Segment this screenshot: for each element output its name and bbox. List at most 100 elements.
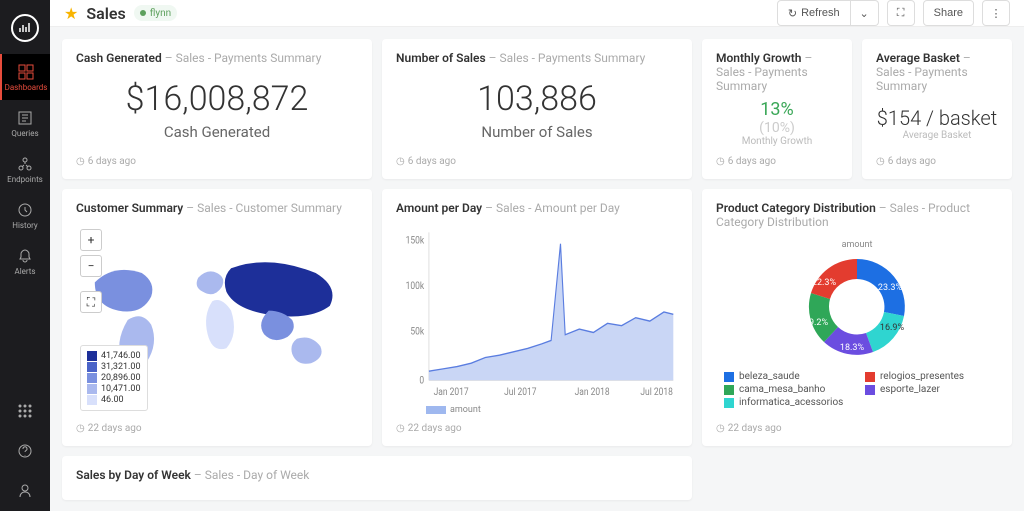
clock-icon: ◷ <box>76 156 85 167</box>
line-chart[interactable]: 150k 100k 50k 0 Jan 2017 Jul 2017 Jan 20… <box>396 221 678 403</box>
alerts-icon <box>16 247 34 265</box>
card-customer-summary: Customer Summary – Sales - Customer Summ… <box>62 189 372 446</box>
legend-swatch <box>87 395 97 405</box>
card-amount-per-day: Amount per Day – Sales - Amount per Day … <box>382 189 692 446</box>
card-subtitle: Sales - Amount per Day <box>496 201 620 215</box>
card-average-basket: Average Basket – Sales - Payments Summar… <box>862 39 1012 179</box>
chart-legend: amount <box>426 405 678 415</box>
card-footer: ◷ 6 days ago <box>876 156 998 167</box>
owner-pill[interactable]: flynn <box>134 5 177 21</box>
xtick: Jan 2017 <box>434 386 469 398</box>
nav-queries[interactable]: Queries <box>0 100 50 146</box>
legend-label: 10,471.00 <box>101 384 141 394</box>
card-num-sales: Number of Sales – Sales - Payments Summa… <box>382 39 692 179</box>
xtick: Jul 2018 <box>640 386 672 398</box>
donut-legend: beleza_saude relogios_presentes cama_mes… <box>716 371 998 408</box>
card-subtitle: Sales - Payments Summary <box>500 51 646 65</box>
card-title: Number of Sales <box>396 51 486 65</box>
owner-dot-icon <box>140 10 146 16</box>
legend-label: 41,746.00 <box>101 351 141 361</box>
user-icon <box>16 482 34 500</box>
legend-swatch <box>87 373 97 383</box>
card-subtitle: Sales - Customer Summary <box>197 201 342 215</box>
clock-icon: ◷ <box>76 423 85 434</box>
card-title: Average Basket <box>876 51 960 65</box>
updated-text: 22 days ago <box>728 423 782 434</box>
card-subtitle: Sales - Payments Summary <box>176 51 322 65</box>
nav-label: History <box>12 221 37 230</box>
card-footer: ◷ 22 days ago <box>76 423 358 434</box>
legend-label: amount <box>450 405 481 415</box>
nav-history[interactable]: History <box>0 192 50 238</box>
card-title: Amount per Day <box>396 201 482 215</box>
dashboard-grid: Cash Generated – Sales - Payments Summar… <box>50 27 1024 511</box>
nav-alerts[interactable]: Alerts <box>0 238 50 284</box>
card-title: Monthly Growth <box>716 51 802 65</box>
card-header: Product Category Distribution – Sales - … <box>716 201 998 229</box>
share-button[interactable]: Share <box>923 0 974 26</box>
slice-pct: 16.9% <box>880 323 905 333</box>
card-footer: ◷ 6 days ago <box>716 156 838 167</box>
slice-pct: 18.3% <box>840 343 865 353</box>
legend-swatch <box>724 385 734 395</box>
nav-endpoints[interactable]: Endpoints <box>0 146 50 192</box>
legend-label: beleza_saude <box>739 371 800 382</box>
nav-label: Alerts <box>14 267 35 276</box>
legend-swatch <box>865 372 875 382</box>
more-button[interactable]: ⋮ <box>982 0 1010 26</box>
legend-label: esporte_lazer <box>880 384 940 395</box>
updated-text: 22 days ago <box>408 423 462 434</box>
refresh-dropdown[interactable]: ⌄ <box>851 0 879 26</box>
legend-label: 46.00 <box>101 395 124 405</box>
cash-label: Cash Generated <box>164 123 270 141</box>
nav-apps[interactable] <box>0 391 50 431</box>
map-area[interactable]: + − ⛶ 41,746.00 31,321.00 20,896.00 10,4… <box>76 225 358 415</box>
card-category-distribution: Product Category Distribution – Sales - … <box>702 189 1012 446</box>
legend-label: relogios_presentes <box>880 371 964 382</box>
card-footer: ◷ 22 days ago <box>396 423 678 434</box>
queries-icon <box>16 109 34 127</box>
card-subtitle: Sales - Payments Summary <box>716 65 808 93</box>
more-icon: ⋮ <box>991 7 1002 20</box>
legend-swatch <box>87 362 97 372</box>
cash-value: $16,008,872 <box>126 79 309 119</box>
legend-swatch <box>426 406 446 414</box>
slice-pct: 23.3% <box>878 283 903 293</box>
star-icon[interactable]: ★ <box>64 4 78 23</box>
map-zoom-in[interactable]: + <box>80 229 102 251</box>
refresh-icon: ↻ <box>788 7 797 20</box>
legend-swatch <box>87 351 97 361</box>
card-title: Cash Generated <box>76 51 162 65</box>
card-header: Average Basket – Sales - Payments Summar… <box>876 51 998 93</box>
nav-dashboards[interactable]: Dashboards <box>0 54 50 100</box>
legend-label: 20,896.00 <box>101 373 141 383</box>
legend-label: informatica_acessorios <box>739 397 843 408</box>
slice-pct: 19.2% <box>804 318 829 328</box>
nav-user[interactable] <box>0 471 50 511</box>
owner-name: flynn <box>150 8 171 19</box>
refresh-button[interactable]: ↻ Refresh <box>777 0 851 26</box>
map-fullscreen[interactable]: ⛶ <box>80 291 102 313</box>
endpoints-icon <box>16 155 34 173</box>
legend-swatch <box>865 385 875 395</box>
map-zoom-out[interactable]: − <box>80 255 102 277</box>
growth-label: Monthly Growth <box>742 136 812 148</box>
nav-label: Endpoints <box>7 175 43 184</box>
fullscreen-button[interactable]: ⛶ <box>887 0 915 26</box>
card-header: Amount per Day – Sales - Amount per Day <box>396 201 678 215</box>
donut-chart[interactable]: amount 23.3% 16.9% 18.3% 19.2% 22.3% <box>782 235 932 365</box>
nav-help[interactable] <box>0 431 50 471</box>
legend-swatch <box>724 398 734 408</box>
card-footer: ◷ 6 days ago <box>396 156 678 167</box>
updated-text: 6 days ago <box>408 156 456 167</box>
ytick: 100k <box>406 281 425 293</box>
clock-icon: ◷ <box>396 423 405 434</box>
ytick: 0 <box>419 375 424 387</box>
xtick: Jan 2018 <box>575 386 610 398</box>
card-header: Number of Sales – Sales - Payments Summa… <box>396 51 678 65</box>
xtick: Jul 2017 <box>504 386 536 398</box>
clock-icon: ◷ <box>716 156 725 167</box>
card-header: Sales by Day of Week – Sales - Day of We… <box>76 468 678 482</box>
slice-pct: 22.3% <box>812 278 837 288</box>
main: ★ Sales flynn ↻ Refresh ⌄ ⛶ Share ⋮ <box>50 0 1024 511</box>
